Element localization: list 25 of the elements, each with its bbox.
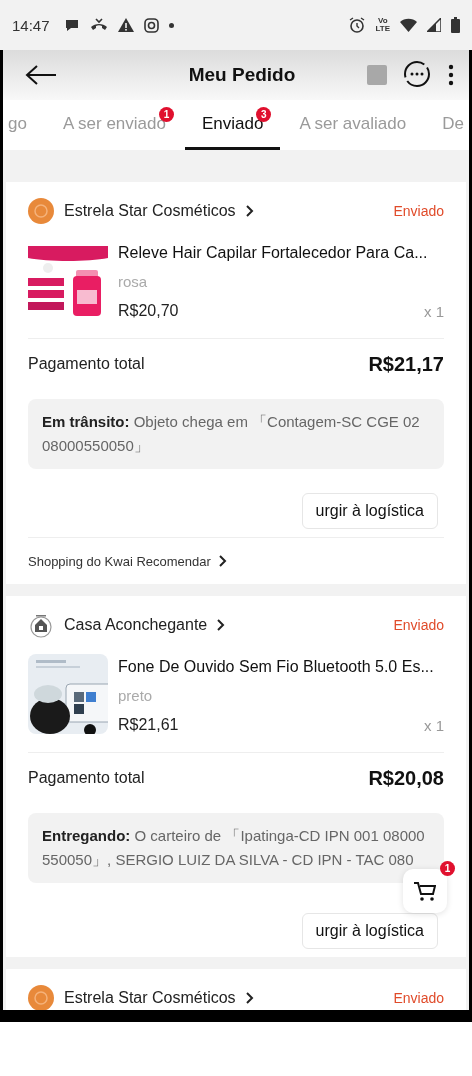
recommend-link[interactable]: Shopping do Kwai Recomendar — [28, 553, 211, 569]
total-label: Pagamento total — [28, 355, 145, 373]
order-status: Enviado — [393, 990, 444, 1006]
product-quantity: x 1 — [424, 303, 444, 320]
store-name[interactable]: Casa Aconchegante — [64, 616, 208, 634]
product-variant: preto — [118, 687, 154, 704]
clock-time: 14:47 — [12, 16, 50, 34]
product-quantity: x 1 — [424, 717, 444, 734]
total-label: Pagamento total — [28, 769, 145, 787]
product-title[interactable]: Releve Hair Capilar Fortalecedor Para Ca... — [118, 244, 444, 262]
total-amount: R$20,08 — [368, 766, 444, 790]
tracking-info: Entregando: O carteiro de 「Ipatinga-CD IPN 001 08000550050」, SERGIO LUIZ DA SILVA - CD IPN - TAC 080 — [28, 813, 444, 883]
order-status: Enviado — [393, 203, 444, 219]
network-label: Vo LTE — [375, 17, 390, 33]
page-title: Meu Pedido — [187, 64, 297, 86]
total-amount: R$21,17 — [368, 352, 444, 376]
product-variant: rosa — [118, 273, 149, 290]
product-price: R$20,70 — [118, 302, 179, 320]
order-status: Enviado — [393, 617, 444, 633]
product-price: R$21,61 — [118, 716, 179, 734]
urge-logistics-button[interactable]: urgir à logística — [301, 493, 438, 529]
store-name[interactable]: Estrela Star Cosméticos — [64, 989, 236, 1007]
product-title[interactable]: Fone De Ouvido Sem Fio Bluetooth 5.0 Es... — [118, 658, 444, 676]
tracking-info: Em trânsito: Objeto chega em 「Contagem-SC CGE 02 08000550050」 — [28, 399, 444, 469]
store-name[interactable]: Estrela Star Cosméticos — [64, 202, 236, 220]
